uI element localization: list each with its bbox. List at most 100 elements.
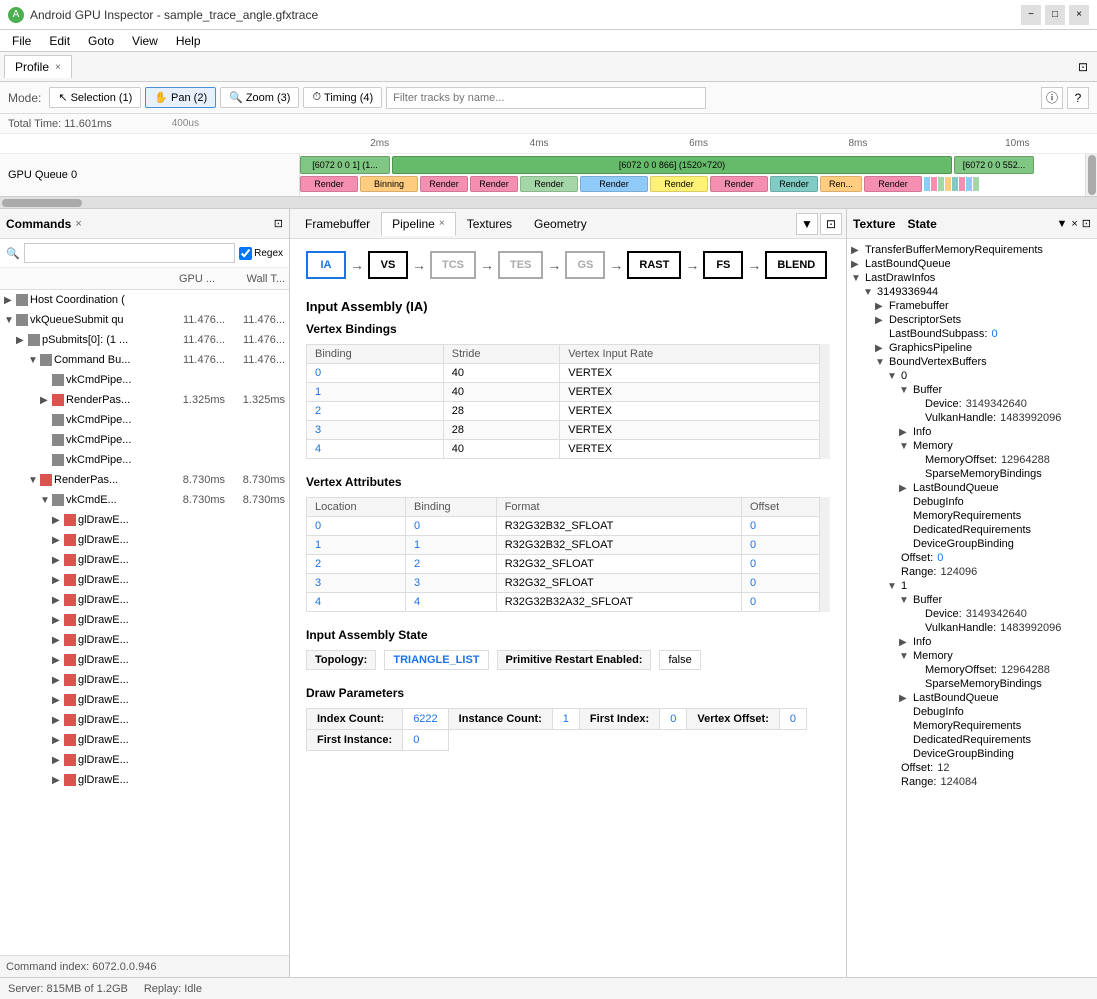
pipe-ia[interactable]: IA bbox=[306, 251, 346, 279]
timing-button[interactable]: ⏱ Timing (4) bbox=[303, 87, 382, 108]
tab-bar-expand[interactable]: ⊡ bbox=[1073, 57, 1093, 77]
expand-icon[interactable]: ▶ bbox=[16, 335, 28, 346]
pipe-tcs[interactable]: TCS bbox=[430, 251, 476, 279]
expand-icon[interactable]: ▼ bbox=[875, 357, 889, 368]
rp-item-5[interactable]: ▶ DescriptorSets bbox=[847, 313, 1097, 327]
commands-close[interactable]: × bbox=[75, 218, 81, 230]
expand-icon[interactable]: ▼ bbox=[28, 355, 40, 366]
tree-item-vkcmde[interactable]: ▼ vkCmdE... 8.730ms 8.730ms bbox=[0, 490, 289, 510]
help-button[interactable]: ? bbox=[1067, 87, 1089, 109]
tree-item-gldraw-3[interactable]: ▶glDrawE... bbox=[0, 550, 289, 570]
state-tree[interactable]: ▶ TransferBufferMemoryRequirements ▶ Las… bbox=[847, 239, 1097, 977]
expand-icon[interactable]: ▼ bbox=[863, 287, 877, 298]
rp-item-8[interactable]: ▼ BoundVertexBuffers bbox=[847, 355, 1097, 369]
rp-item-38[interactable]: Range: 124084 bbox=[847, 775, 1097, 789]
expand-icon[interactable]: ▼ bbox=[4, 315, 16, 326]
center-tab-dropdown[interactable]: ▼ bbox=[796, 213, 818, 235]
commands-tree[interactable]: ▶ Host Coordination ( ▼ vkQueueSubmit qu… bbox=[0, 290, 289, 955]
rp-item-19[interactable]: MemoryRequirements bbox=[847, 509, 1097, 523]
render-chip-9[interactable]: Ren... bbox=[820, 176, 862, 192]
tree-item-vkqueue[interactable]: ▼ vkQueueSubmit qu 11.476... 11.476... bbox=[0, 310, 289, 330]
tree-item-gldraw-5[interactable]: ▶glDrawE... bbox=[0, 590, 289, 610]
expand-icon[interactable]: ▼ bbox=[899, 441, 913, 452]
maximize-button[interactable]: □ bbox=[1045, 5, 1065, 25]
rp-item-22[interactable]: Offset: 0 bbox=[847, 551, 1097, 565]
tab-pipeline[interactable]: Pipeline × bbox=[381, 212, 456, 236]
rp-item-21[interactable]: DeviceGroupBinding bbox=[847, 537, 1097, 551]
render-chip-6[interactable]: Render bbox=[650, 176, 708, 192]
rp-item-20[interactable]: DedicatedRequirements bbox=[847, 523, 1097, 537]
menu-view[interactable]: View bbox=[124, 32, 166, 50]
expand-icon[interactable]: ▼ bbox=[887, 371, 901, 382]
track-bar-1[interactable]: [6072 0 0 1] (1... bbox=[300, 156, 390, 174]
rp-item-4[interactable]: ▶ Framebuffer bbox=[847, 299, 1097, 313]
expand-icon[interactable]: ▼ bbox=[899, 385, 913, 396]
tree-item-gldraw-1[interactable]: ▶glDrawE... bbox=[0, 510, 289, 530]
state-tab[interactable]: State bbox=[899, 215, 944, 233]
rp-item-7[interactable]: ▶ GraphicsPipeline bbox=[847, 341, 1097, 355]
tree-item-psubmits[interactable]: ▶ pSubmits[0]: (1 ... 11.476... 11.476..… bbox=[0, 330, 289, 350]
rp-item-17[interactable]: ▶ LastBoundQueue bbox=[847, 481, 1097, 495]
expand-icon[interactable]: ▶ bbox=[875, 343, 889, 354]
tree-item-gldraw-2[interactable]: ▶glDrawE... bbox=[0, 530, 289, 550]
center-expand-button[interactable]: ⊡ bbox=[820, 213, 842, 235]
commands-search-input[interactable] bbox=[24, 243, 235, 263]
tab-textures[interactable]: Textures bbox=[456, 212, 523, 236]
rp-item-11[interactable]: Device: 3149342640 bbox=[847, 397, 1097, 411]
rp-item-15[interactable]: MemoryOffset: 12964288 bbox=[847, 453, 1097, 467]
render-chip-3[interactable]: Render bbox=[470, 176, 518, 192]
pan-button[interactable]: ✋ Pan (2) bbox=[145, 87, 216, 108]
pipe-fs[interactable]: FS bbox=[703, 251, 743, 279]
timeline-scrollbar[interactable] bbox=[1085, 154, 1097, 196]
render-chip-2[interactable]: Render bbox=[420, 176, 468, 192]
tree-item-gldraw-4[interactable]: ▶glDrawE... bbox=[0, 570, 289, 590]
rp-item-28[interactable]: ▶ Info bbox=[847, 635, 1097, 649]
tree-item-gldraw-11[interactable]: ▶glDrawE... bbox=[0, 710, 289, 730]
tree-item-vkcmdpipe1[interactable]: vkCmdPipe... bbox=[0, 370, 289, 390]
rp-item-10[interactable]: ▼ Buffer bbox=[847, 383, 1097, 397]
rp-item-29[interactable]: ▼ Memory bbox=[847, 649, 1097, 663]
commands-expand[interactable]: ⊡ bbox=[274, 217, 283, 230]
tree-item-gldraw-13[interactable]: ▶glDrawE... bbox=[0, 750, 289, 770]
pipeline-tab-close[interactable]: × bbox=[439, 218, 445, 229]
pipe-tes[interactable]: TES bbox=[498, 251, 543, 279]
tab-framebuffer[interactable]: Framebuffer bbox=[294, 212, 381, 236]
regex-label[interactable]: Regex bbox=[239, 247, 283, 260]
expand-icon[interactable]: ▼ bbox=[40, 495, 52, 506]
expand-icon[interactable]: ▶ bbox=[899, 693, 913, 704]
rp-item-2[interactable]: ▼ LastDrawInfos bbox=[847, 271, 1097, 285]
rp-item-23[interactable]: Range: 124096 bbox=[847, 565, 1097, 579]
profile-tab-close[interactable]: × bbox=[55, 62, 61, 73]
rp-expand-btn[interactable]: ⊡ bbox=[1082, 217, 1091, 230]
menu-goto[interactable]: Goto bbox=[80, 32, 122, 50]
selection-button[interactable]: ↖ Selection (1) bbox=[49, 87, 141, 108]
expand-icon[interactable]: ▶ bbox=[899, 483, 913, 494]
rp-dropdown-btn[interactable]: ▼ bbox=[1056, 218, 1067, 230]
rp-item-0[interactable]: ▶ TransferBufferMemoryRequirements bbox=[847, 243, 1097, 257]
expand-icon[interactable]: ▶ bbox=[875, 315, 889, 326]
rp-item-37[interactable]: Offset: 12 bbox=[847, 761, 1097, 775]
expand-icon[interactable]: ▼ bbox=[887, 581, 901, 592]
expand-icon[interactable]: ▼ bbox=[851, 273, 865, 284]
tree-item-vkcmdpipe4[interactable]: vkCmdPipe... bbox=[0, 450, 289, 470]
rp-item-18[interactable]: DebugInfo bbox=[847, 495, 1097, 509]
rp-item-16[interactable]: SparseMemoryBindings bbox=[847, 467, 1097, 481]
menu-help[interactable]: Help bbox=[168, 32, 209, 50]
tree-item-renderpass1[interactable]: ▶ RenderPas... 1.325ms 1.325ms bbox=[0, 390, 289, 410]
tree-item-vkcmdpipe3[interactable]: vkCmdPipe... bbox=[0, 430, 289, 450]
render-chip-10[interactable]: Render bbox=[864, 176, 922, 192]
render-chip-7[interactable]: Render bbox=[710, 176, 768, 192]
render-chip-8[interactable]: Render bbox=[770, 176, 818, 192]
filter-tracks-input[interactable] bbox=[386, 87, 706, 109]
expand-icon[interactable]: ▼ bbox=[28, 475, 40, 486]
expand-icon[interactable]: ▼ bbox=[899, 595, 913, 606]
expand-icon[interactable]: ▼ bbox=[899, 651, 913, 662]
rp-item-35[interactable]: DedicatedRequirements bbox=[847, 733, 1097, 747]
tree-item-gldraw-14[interactable]: ▶glDrawE... bbox=[0, 770, 289, 790]
tab-geometry[interactable]: Geometry bbox=[523, 212, 598, 236]
rp-item-30[interactable]: MemoryOffset: 12964288 bbox=[847, 663, 1097, 677]
menu-edit[interactable]: Edit bbox=[41, 32, 78, 50]
rp-item-9[interactable]: ▼ 0 bbox=[847, 369, 1097, 383]
tree-item-host[interactable]: ▶ Host Coordination ( bbox=[0, 290, 289, 310]
rp-item-13[interactable]: ▶ Info bbox=[847, 425, 1097, 439]
